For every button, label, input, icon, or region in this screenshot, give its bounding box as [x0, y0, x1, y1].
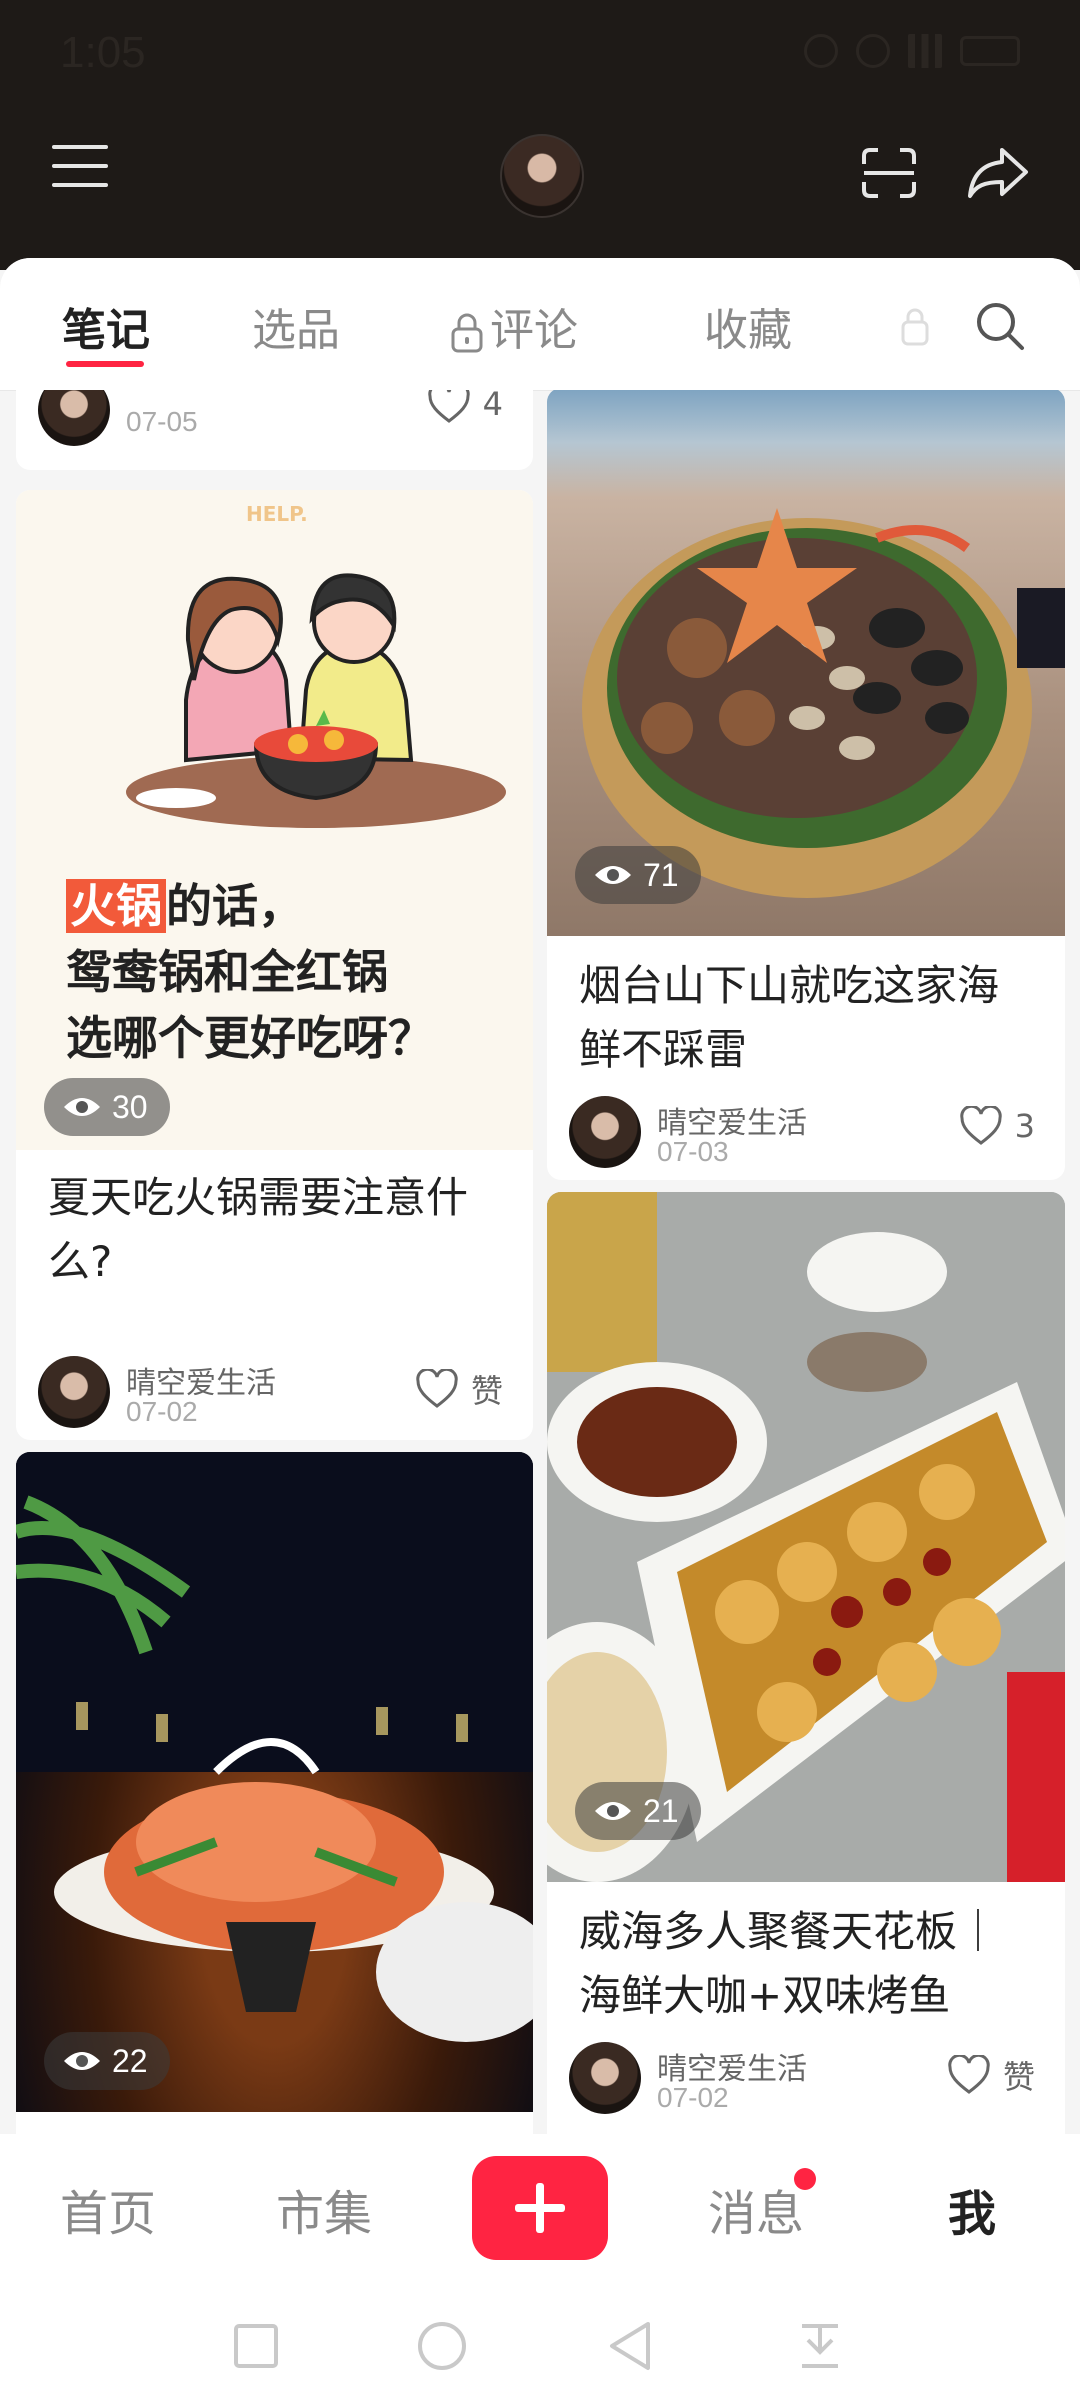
- create-post-button[interactable]: [472, 2156, 608, 2260]
- overlay-line-1-rest: 的话，: [166, 879, 304, 933]
- author-avatar: [38, 1356, 110, 1428]
- like-button[interactable]: 赞: [415, 1366, 503, 1412]
- dinner-table-photo: [547, 1192, 1065, 1882]
- overlay-line-1: 火锅的话，: [66, 870, 304, 936]
- like-button[interactable]: 3: [959, 1106, 1035, 1146]
- alarm-icon: [856, 34, 890, 68]
- author-avatar: [569, 1096, 641, 1168]
- recents-icon[interactable]: [232, 2322, 280, 2370]
- home-circle-icon[interactable]: [416, 2320, 468, 2372]
- signal-icon: [908, 34, 942, 68]
- note-cover-photo: 22: [16, 1452, 533, 2112]
- back-icon[interactable]: [606, 2320, 654, 2372]
- view-count: 30: [112, 1088, 148, 1125]
- battery-icon: [960, 36, 1020, 66]
- collapse-icon[interactable]: [798, 2322, 842, 2370]
- overlay-line-3: 选哪个更好吃呀？: [66, 1011, 434, 1065]
- author-avatar: [569, 2042, 641, 2114]
- system-nav-bar: [0, 2300, 1080, 2388]
- like-button[interactable]: 4: [427, 390, 503, 424]
- note-card-partial[interactable]: 07-05 4: [16, 390, 533, 470]
- status-time: 1:05: [60, 28, 146, 77]
- tab-favorites[interactable]: 收藏: [704, 294, 792, 358]
- like-count: 3: [1014, 1107, 1035, 1145]
- help-text: HELP.: [246, 502, 308, 526]
- unread-dot: [794, 2168, 816, 2190]
- header: 1:05: [0, 0, 1080, 270]
- nav-home[interactable]: 首页: [60, 2174, 156, 2244]
- data-saver-icon: [804, 34, 838, 68]
- profile-sheet: 笔记 选品 评论 收藏 07-05 4 HELP. 火锅的话， 鸳鸯锅和全红锅 …: [0, 258, 1080, 2388]
- tab-comments-label: 评论: [490, 305, 578, 356]
- overlay-line-2: 鸳鸯锅和全红锅: [66, 945, 388, 999]
- like-count: 4: [482, 390, 503, 423]
- view-count: 21: [643, 1792, 679, 1829]
- eye-icon: [64, 1098, 100, 1116]
- view-count-badge: 71: [575, 846, 701, 904]
- active-tab-indicator: [66, 361, 144, 367]
- share-icon[interactable]: [966, 146, 1030, 200]
- tab-comments[interactable]: 评论: [450, 294, 578, 358]
- note-cover-photo: 21: [547, 1192, 1065, 1882]
- couple-hotpot-illustration: [126, 573, 506, 828]
- note-title: 夏天吃火锅需要注意什么?: [48, 1173, 469, 1286]
- heart-icon: [416, 1369, 458, 1408]
- note-date: 07-02: [657, 2082, 729, 2113]
- note-cover-photo: 71: [547, 390, 1065, 936]
- salad-plate-photo: [16, 1452, 533, 2042]
- search-icon[interactable]: [974, 300, 1026, 352]
- profile-avatar[interactable]: [500, 134, 584, 218]
- note-title: 威海多人聚餐天花板｜海鲜大咖+双味烤鱼: [579, 1907, 1000, 2020]
- nav-market[interactable]: 市集: [276, 2174, 372, 2244]
- heart-icon: [427, 390, 470, 423]
- note-card-salad[interactable]: 22: [16, 1452, 533, 2140]
- nav-messages[interactable]: 消息: [708, 2174, 804, 2244]
- note-card-fish-dinner[interactable]: 21 威海多人聚餐天花板｜海鲜大咖+双味烤鱼 晴空爱生活 07-02 赞: [547, 1192, 1065, 2140]
- overlay-highlight: 火锅: [66, 879, 166, 933]
- eye-icon: [595, 866, 631, 884]
- eye-icon: [595, 1802, 631, 1820]
- heart-icon: [959, 1106, 1002, 1145]
- like-button[interactable]: 赞: [947, 2052, 1035, 2098]
- author-avatar: [38, 390, 110, 446]
- note-date: 07-05: [126, 406, 198, 437]
- note-title: 烟台山下山就吃这家海鲜不踩雷: [579, 961, 1000, 1074]
- view-count: 71: [643, 856, 679, 893]
- menu-icon[interactable]: [52, 145, 108, 189]
- note-cover-illustration: HELP. 火锅的话， 鸳鸯锅和全红锅 选哪个更好吃呀？ 30: [16, 490, 533, 1150]
- notes-feed: 07-05 4 HELP. 火锅的话， 鸳鸯锅和全红锅 选哪个更好吃呀？ 30 …: [0, 390, 1080, 2140]
- heart-icon: [948, 2055, 990, 2094]
- scan-icon[interactable]: [860, 146, 918, 200]
- like-label: 赞: [470, 1372, 503, 1410]
- lock-icon: [451, 313, 483, 353]
- bottom-nav: 首页 市集 消息 我: [0, 2134, 1080, 2388]
- note-date: 07-03: [657, 1136, 729, 1167]
- view-count-badge: 30: [44, 1078, 170, 1136]
- view-count-badge: 22: [44, 2032, 170, 2090]
- nav-me[interactable]: 我: [948, 2174, 996, 2244]
- view-count: 22: [112, 2042, 148, 2079]
- tab-selection[interactable]: 选品: [252, 294, 340, 358]
- note-card-hotpot[interactable]: HELP. 火锅的话， 鸳鸯锅和全红锅 选哪个更好吃呀？ 30 夏天吃火锅需要注…: [16, 490, 533, 1440]
- lock-icon-faded: [901, 308, 929, 346]
- note-card-seafood[interactable]: 71 烟台山下山就吃这家海鲜不踩雷 晴空爱生活 07-03 3: [547, 390, 1065, 1180]
- note-date: 07-02: [126, 1396, 198, 1427]
- like-label: 赞: [1002, 2058, 1035, 2096]
- view-count-badge: 21: [575, 1782, 701, 1840]
- tab-bar: 笔记 选品 评论 收藏: [0, 258, 1080, 391]
- status-icons: [804, 34, 1020, 68]
- tab-notes[interactable]: 笔记: [62, 294, 150, 358]
- eye-icon: [64, 2052, 100, 2070]
